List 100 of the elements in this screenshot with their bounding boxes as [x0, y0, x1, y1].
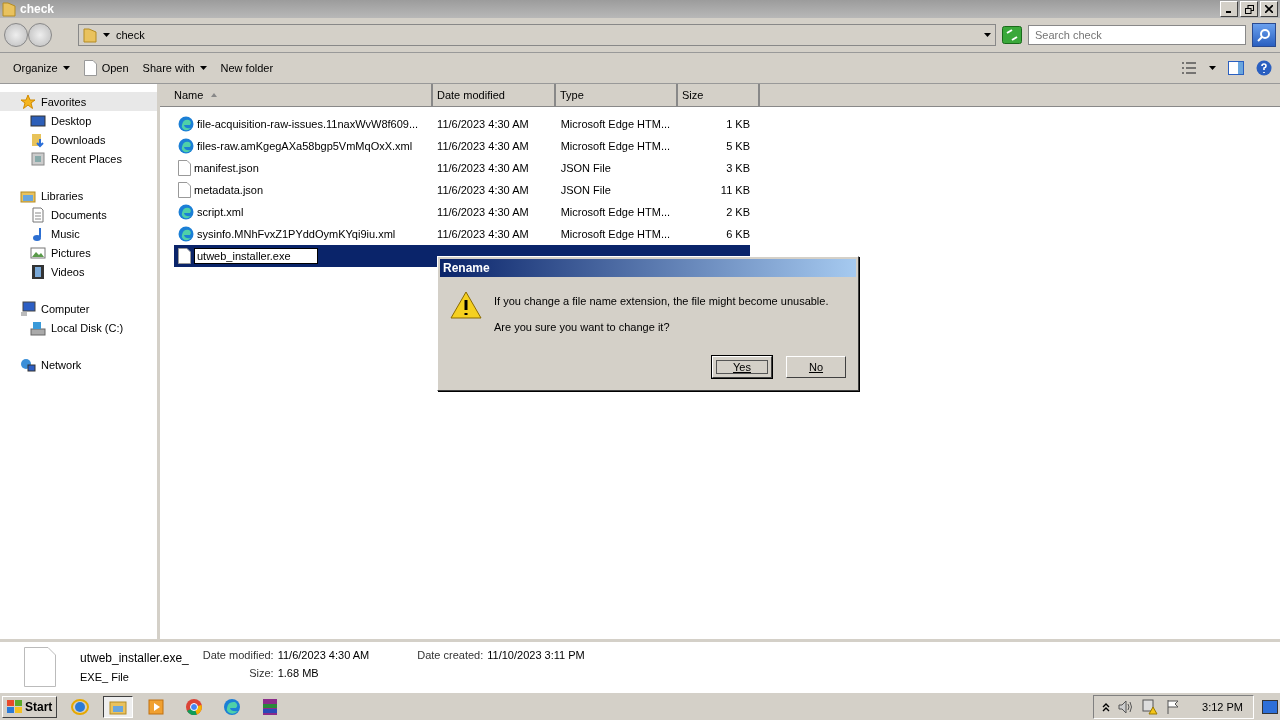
sidebar-item[interactable]: Favorites — [0, 92, 157, 111]
folder-icon — [2, 1, 16, 17]
file-row[interactable]: script.xml 11/6/2023 4:30 AM Microsoft Edge HTM... 2 KB — [174, 201, 750, 223]
file-name: manifest.json — [194, 162, 259, 174]
documents-icon — [30, 206, 46, 223]
field-value: 11/10/2023 3:11 PM — [487, 649, 585, 661]
clock[interactable]: 3:12 PM — [1202, 701, 1243, 713]
toolbar-button[interactable]: New folder — [215, 59, 279, 77]
start-button[interactable]: Start — [2, 696, 58, 718]
type-cell-text: Microsoft Edge HTM... — [559, 118, 672, 130]
close-button[interactable] — [1260, 1, 1278, 17]
column-header[interactable]: Name — [160, 84, 433, 106]
sidebar-item[interactable]: Libraries — [0, 186, 157, 205]
size-cell-text: 5 KB — [725, 140, 750, 152]
view-options-icon[interactable] — [1181, 61, 1197, 75]
file-name: sysinfo.MNhFvxZ1PYddOymKYqi9iu.xml — [197, 228, 396, 240]
edge-icon — [178, 116, 194, 132]
type-cell-text: Microsoft Edge HTM... — [559, 206, 672, 218]
media-icon — [146, 697, 167, 717]
size-cell-text: 3 KB — [725, 162, 750, 174]
search-button[interactable] — [1252, 23, 1276, 47]
column-header[interactable]: Type — [556, 84, 678, 106]
restore-button[interactable] — [1240, 1, 1258, 17]
toolbar-button[interactable]: Share with — [137, 59, 212, 77]
date-cell-text: 11/6/2023 4:30 AM — [436, 162, 530, 174]
size-cell-text: 2 KB — [725, 206, 750, 218]
file-row[interactable]: file-acquisition-raw-issues.11naxWvW8f609... 11/6/2023 4:30 AM Microsoft Edge HTM... 1 KB — [174, 113, 750, 135]
toolbar-button[interactable]: Open — [78, 57, 134, 79]
back-button[interactable] — [4, 23, 28, 47]
edge-icon — [178, 138, 194, 154]
file-row[interactable]: metadata.json 11/6/2023 4:30 AM JSON File 11 KB — [174, 179, 750, 201]
dialog-button[interactable]: Yes — [712, 356, 772, 378]
confirm-question: Are you sure you want to change it? — [494, 321, 671, 333]
edge-icon — [178, 226, 194, 242]
dropdown-arrow-icon — [984, 33, 991, 37]
size-cell-text: 6 KB — [725, 228, 750, 240]
type-cell-text: Microsoft Edge HTM... — [559, 228, 672, 240]
minimize-button[interactable] — [1220, 1, 1238, 17]
show-desktop-icon[interactable] — [1262, 700, 1278, 714]
videos-icon — [30, 263, 46, 280]
network-icon — [20, 356, 36, 373]
file-icon — [24, 647, 56, 687]
dialog-button[interactable]: No — [786, 356, 846, 378]
search-icon — [1257, 28, 1271, 42]
dialog-title: Rename — [440, 259, 856, 277]
column-header[interactable]: Size — [678, 84, 760, 106]
downloads-icon — [30, 131, 46, 148]
windows-logo-icon — [7, 700, 23, 714]
folder-icon — [83, 27, 97, 43]
size-cell-text: 1 KB — [725, 118, 750, 130]
toolbar-button[interactable]: Organize — [8, 59, 75, 77]
date-cell-text: 11/6/2023 4:30 AM — [436, 118, 530, 130]
dropdown-arrow-icon — [62, 66, 70, 70]
sidebar-item[interactable]: Downloads — [0, 130, 157, 149]
sidebar-item[interactable]: Recent Places — [0, 149, 157, 168]
field-value: 1.68 MB — [277, 667, 320, 679]
warning-message: If you change a file name extension, the file might become unusable. — [494, 295, 829, 307]
rename-field[interactable]: utweb_installer.exe — [194, 248, 318, 264]
file-row[interactable]: sysinfo.MNhFvxZ1PYddOymKYqi9iu.xml 11/6/2023 4:30 AM Microsoft Edge HTM... 6 KB — [174, 223, 750, 245]
date-cell-text: 11/6/2023 4:30 AM — [436, 228, 530, 240]
ie-icon — [70, 697, 91, 717]
sidebar-item[interactable]: Desktop — [0, 111, 157, 130]
preview-pane-icon[interactable] — [1228, 61, 1244, 75]
sidebar-item[interactable]: Network — [0, 355, 157, 374]
sidebar-item[interactable]: Pictures — [0, 243, 157, 262]
file-row[interactable]: files-raw.amKgegAXa58bgp5VmMqOxX.xml 11/6/2023 4:30 AM Microsoft Edge HTM... 5 KB — [174, 135, 750, 157]
edge-icon — [178, 204, 194, 220]
desktop-icon — [30, 112, 46, 129]
size-cell-text: 11 KB — [719, 184, 750, 196]
address-bar[interactable]: check — [78, 24, 996, 46]
sidebar-item[interactable]: Documents — [0, 205, 157, 224]
date-cell-text: 11/6/2023 4:30 AM — [436, 184, 530, 196]
flag-icon[interactable] — [1166, 699, 1181, 715]
document-icon — [178, 160, 191, 176]
close-icon — [1265, 5, 1273, 13]
field-label: Size: — [248, 667, 274, 679]
file-name: script.xml — [197, 206, 244, 218]
file-name: files-raw.amKgegAXa58bgp5VmMqOxX.xml — [197, 140, 413, 152]
warning-icon — [450, 291, 482, 319]
file-row[interactable]: manifest.json 11/6/2023 4:30 AM JSON File 3 KB — [174, 157, 750, 179]
speaker-icon[interactable] — [1118, 700, 1135, 714]
field-value: 11/6/2023 4:30 AM — [277, 649, 370, 661]
file-name: file-acquisition-raw-issues.11naxWvW8f609... — [197, 118, 419, 130]
taskbar-app[interactable] — [103, 696, 134, 718]
sidebar-item[interactable]: Music — [0, 224, 157, 243]
field-label: Date created: — [417, 649, 484, 661]
sidebar-item[interactable]: Videos — [0, 262, 157, 281]
file-name: metadata.json — [194, 184, 264, 196]
search-field[interactable]: Search check — [1028, 25, 1246, 45]
column-header[interactable]: Date modified — [433, 84, 556, 106]
chevron-icon[interactable] — [1102, 702, 1111, 712]
network-warning-icon[interactable] — [1142, 699, 1159, 715]
forward-button[interactable] — [28, 23, 52, 47]
date-cell-text: 11/6/2023 4:30 AM — [436, 206, 530, 218]
sidebar-item[interactable]: Computer — [0, 299, 157, 318]
sidebar-item[interactable]: Local Disk (C:) — [0, 318, 157, 337]
date-cell-text: 11/6/2023 4:30 AM — [436, 140, 530, 152]
type-cell-text: Microsoft Edge HTM... — [559, 140, 672, 152]
help-icon[interactable] — [1256, 60, 1272, 76]
star-icon — [20, 93, 36, 110]
